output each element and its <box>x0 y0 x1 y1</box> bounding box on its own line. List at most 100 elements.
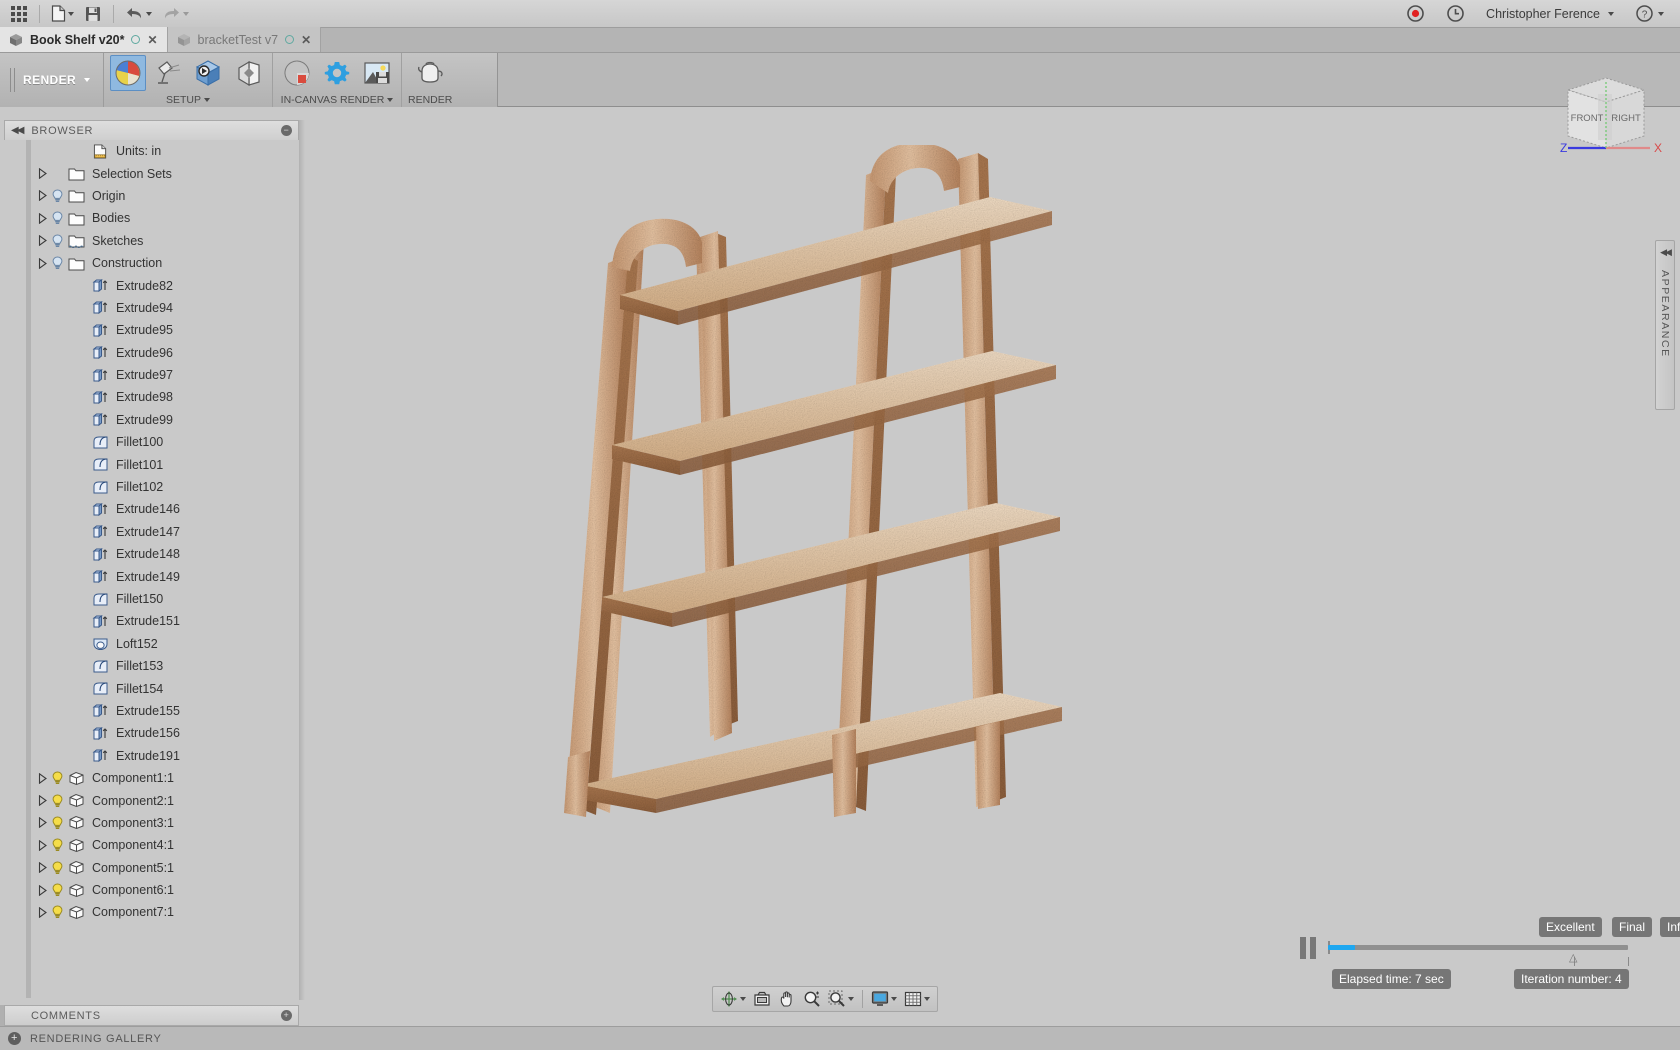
decal-tool-button[interactable] <box>230 55 266 91</box>
browser-tree-item[interactable]: Extrude82 <box>4 274 299 296</box>
render-progress-track[interactable] <box>1328 945 1629 966</box>
help-button[interactable]: ? <box>1632 2 1668 26</box>
look-at-button[interactable] <box>750 988 774 1010</box>
app-grid-button[interactable] <box>6 2 32 26</box>
browser-collapse-icon[interactable]: ◀◀ <box>11 125 24 136</box>
pan-button[interactable] <box>775 988 799 1010</box>
quality-chip-infinite[interactable]: Infinite <box>1660 917 1680 937</box>
expand-triangle-icon[interactable] <box>38 906 47 918</box>
browser-tree-item[interactable]: Fillet102 <box>4 476 299 498</box>
fit-button[interactable] <box>825 988 857 1010</box>
browser-tree-item[interactable]: Extrude94 <box>4 297 299 319</box>
render-tool-button[interactable] <box>412 55 448 91</box>
ribbon-group-in-canvas-render-label[interactable]: IN-CANVAS RENDER <box>281 94 394 106</box>
browser-tree-item[interactable]: Selection Sets <box>4 162 299 184</box>
browser-tree-item[interactable]: Units: in <box>4 140 299 162</box>
workspace-switcher[interactable]: RENDER <box>0 53 104 107</box>
display-settings-button[interactable] <box>868 988 900 1010</box>
browser-tree-item[interactable]: Fillet154 <box>4 677 299 699</box>
expand-triangle-icon[interactable] <box>38 839 47 851</box>
ribbon-group-render-label[interactable]: RENDER <box>408 94 452 106</box>
pause-render-button[interactable] <box>1300 937 1318 959</box>
rendering-gallery-bar[interactable]: + RENDERING GALLERY <box>0 1026 1680 1050</box>
ribbon-group-setup-label[interactable]: SETUP <box>166 94 210 106</box>
rendering-gallery-expand-icon[interactable]: + <box>8 1032 21 1045</box>
appearance-tool-button[interactable] <box>110 55 146 91</box>
browser-tree-item[interactable]: Extrude98 <box>4 386 299 408</box>
browser-tree-item[interactable]: Extrude96 <box>4 342 299 364</box>
browser-tree-item[interactable]: Sketches <box>4 230 299 252</box>
visibility-bulb-icon[interactable] <box>51 189 64 203</box>
browser-tree-item[interactable]: Extrude151 <box>4 610 299 632</box>
browser-tree-item[interactable]: Extrude148 <box>4 543 299 565</box>
expand-triangle-icon[interactable] <box>38 772 47 784</box>
browser-tree-item[interactable]: Component5:1 <box>4 857 299 879</box>
visibility-bulb-icon[interactable] <box>51 816 64 830</box>
quality-chip-final[interactable]: Final <box>1612 917 1653 937</box>
browser-tree-item[interactable]: Component6:1 <box>4 879 299 901</box>
record-button[interactable] <box>1402 2 1428 26</box>
expand-triangle-icon[interactable] <box>38 817 47 829</box>
zoom-button[interactable] <box>800 988 824 1010</box>
in-canvas-render-toggle-button[interactable] <box>279 55 315 91</box>
expand-triangle-icon[interactable] <box>38 190 47 202</box>
texture-map-controls-tool-button[interactable] <box>190 55 226 91</box>
orbit-button[interactable] <box>717 988 749 1010</box>
browser-tree-item[interactable]: Component7:1 <box>4 901 299 923</box>
new-file-button[interactable] <box>47 2 78 26</box>
browser-tree-item[interactable]: Extrude147 <box>4 521 299 543</box>
browser-tree-item[interactable]: Origin <box>4 185 299 207</box>
view-cube[interactable]: FRONT RIGHT Z X <box>1546 60 1666 165</box>
redo-button[interactable] <box>158 2 193 26</box>
visibility-bulb-icon[interactable] <box>51 211 64 225</box>
browser-tree-item[interactable]: Extrude97 <box>4 364 299 386</box>
expand-triangle-icon[interactable] <box>38 212 47 224</box>
browser-tree-item[interactable]: Fillet101 <box>4 453 299 475</box>
document-tab-1-close-icon[interactable]: ✕ <box>301 33 311 47</box>
document-tab-0-close-icon[interactable]: ✕ <box>147 33 157 47</box>
expand-triangle-icon[interactable] <box>38 257 47 269</box>
browser-tree-item[interactable]: Extrude149 <box>4 565 299 587</box>
quality-chip-excellent[interactable]: Excellent <box>1539 917 1602 937</box>
visibility-bulb-icon[interactable] <box>51 794 64 808</box>
job-status-button[interactable] <box>1442 2 1468 26</box>
browser-tree-item[interactable]: Extrude156 <box>4 722 299 744</box>
visibility-bulb-icon[interactable] <box>51 905 64 919</box>
visibility-bulb-icon[interactable] <box>51 861 64 875</box>
browser-tree-item[interactable]: Component3:1 <box>4 812 299 834</box>
browser-tree-item[interactable]: Extrude95 <box>4 319 299 341</box>
visibility-bulb-icon[interactable] <box>51 234 64 248</box>
visibility-bulb-icon[interactable] <box>51 838 64 852</box>
document-tab-0[interactable]: Book Shelf v20* ✕ <box>0 27 168 52</box>
undo-button[interactable] <box>121 2 156 26</box>
comments-options-icon[interactable]: + <box>281 1010 292 1021</box>
browser-tree-item[interactable]: Fillet153 <box>4 655 299 677</box>
expand-triangle-icon[interactable] <box>38 884 47 896</box>
browser-options-icon[interactable]: − <box>281 125 292 136</box>
browser-tree-item[interactable]: Component4:1 <box>4 834 299 856</box>
browser-tree-item[interactable]: Extrude99 <box>4 409 299 431</box>
grid-snaps-button[interactable] <box>901 988 933 1010</box>
browser-tree-item[interactable]: Component1:1 <box>4 767 299 789</box>
browser-tree[interactable]: Units: in Selection Sets Origin Bodies S… <box>4 140 299 998</box>
document-tab-1[interactable]: bracketTest v7 ✕ <box>167 27 322 52</box>
appearance-collapse-icon[interactable]: ◀◀ <box>1660 247 1672 258</box>
save-button[interactable] <box>80 2 106 26</box>
in-canvas-render-settings-button[interactable] <box>319 55 355 91</box>
browser-tree-item[interactable]: Bodies <box>4 207 299 229</box>
browser-tree-item[interactable]: Extrude155 <box>4 700 299 722</box>
visibility-bulb-icon[interactable] <box>51 883 64 897</box>
expand-triangle-icon[interactable] <box>38 862 47 874</box>
browser-tree-item[interactable]: Component2:1 <box>4 789 299 811</box>
quality-slider-handle[interactable]: △ <box>1569 951 1577 964</box>
model-render[interactable] <box>560 145 1080 835</box>
browser-tree-item[interactable]: Fillet100 <box>4 431 299 453</box>
expand-triangle-icon[interactable] <box>38 168 47 180</box>
scene-settings-tool-button[interactable] <box>150 55 186 91</box>
document-tab-1-status-dot[interactable] <box>285 35 295 44</box>
visibility-bulb-icon[interactable] <box>51 771 64 785</box>
browser-tree-item[interactable]: Construction <box>4 252 299 274</box>
browser-tree-item[interactable]: Loft152 <box>4 633 299 655</box>
appearance-panel-tab[interactable]: ◀◀ APPEARANCE <box>1655 240 1675 410</box>
visibility-bulb-icon[interactable] <box>51 256 64 270</box>
